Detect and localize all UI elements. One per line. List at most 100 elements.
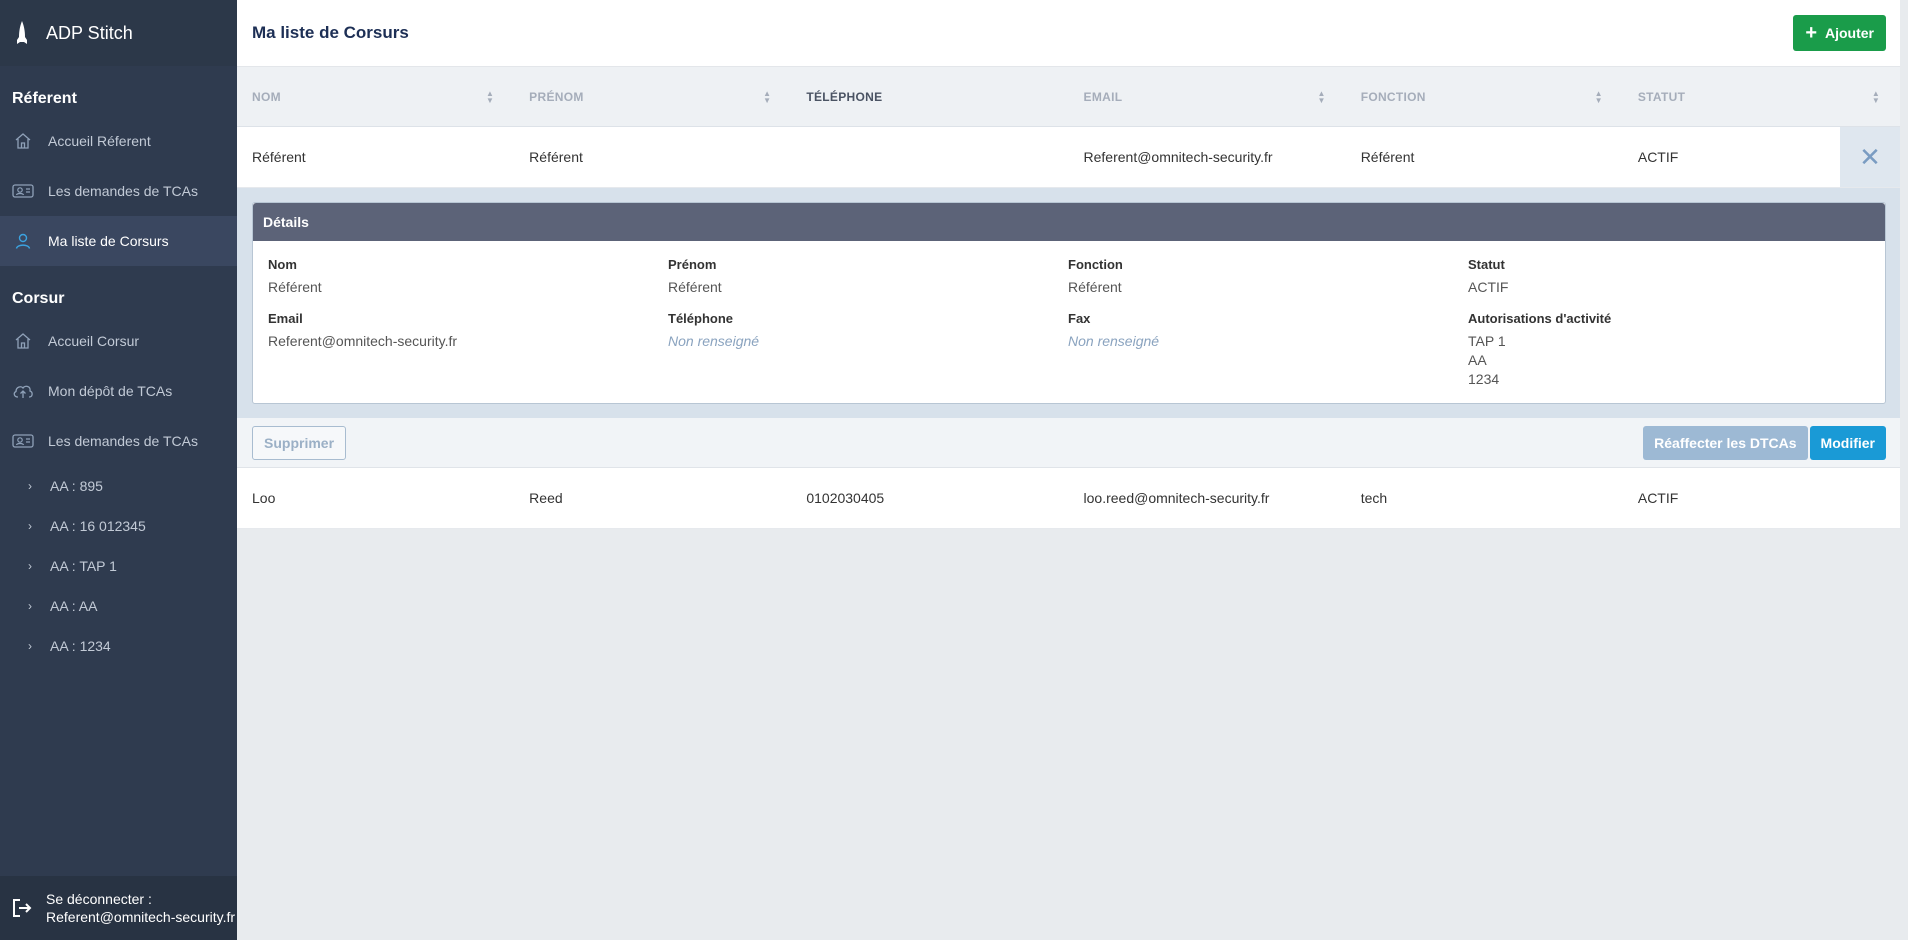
field-fonction: Fonction Référent	[1068, 257, 1468, 297]
sidebar-item-accueil-corsur[interactable]: Accueil Corsur	[0, 316, 237, 366]
field-label: Téléphone	[668, 311, 734, 326]
sidebar-subitem-aa-1234[interactable]: › AA : 1234	[0, 626, 237, 666]
page-title: Ma liste de Corsurs	[252, 23, 409, 42]
chevron-right-icon: ›	[28, 599, 32, 613]
field-value: Non renseigné	[668, 333, 760, 349]
field-value: Non renseigné	[1068, 333, 1160, 349]
column-header-prenom[interactable]: PRÉNOM ▲ ▼	[514, 67, 791, 126]
logout-text: Se déconnecter : Referent@omnitech-secur…	[46, 890, 235, 926]
field-value: Référent	[668, 279, 722, 295]
field-label: Prénom	[668, 257, 717, 272]
action-buttons: Réaffecter les DTCAs Modifier	[1643, 425, 1886, 460]
logout-button[interactable]: Se déconnecter : Referent@omnitech-secur…	[0, 876, 237, 940]
table-row[interactable]: Loo Reed 0102030405 loo.reed@omnitech-se…	[237, 468, 1900, 529]
home-icon	[12, 130, 34, 152]
sidebar-subitem-label: AA : 895	[50, 478, 103, 494]
column-header-statut[interactable]: STATUT ▲ ▼	[1623, 67, 1900, 126]
field-nom: Nom Référent	[268, 257, 668, 297]
id-card-icon	[12, 430, 34, 452]
field-fax: Fax Non renseigné	[1068, 311, 1468, 389]
details-body: Nom Référent Prénom Référent Fonction Ré…	[253, 241, 1885, 403]
sidebar-item-corsur-demandes-tcas[interactable]: Les demandes de TCAs	[0, 416, 237, 466]
field-prenom: Prénom Référent	[668, 257, 1068, 297]
column-header-nom[interactable]: NOM ▲ ▼	[237, 67, 514, 126]
sidebar-subitem-aa-16012345[interactable]: › AA : 16 012345	[0, 506, 237, 546]
sidebar-item-label: Accueil Corsur	[48, 333, 140, 349]
cell-statut: ACTIF	[1637, 490, 1679, 506]
sidebar-subitem-label: AA : AA	[50, 598, 98, 614]
delete-button[interactable]: Supprimer	[252, 425, 347, 460]
sidebar-item-ma-liste-corsurs[interactable]: Ma liste de Corsurs	[0, 216, 237, 266]
column-header-email[interactable]: EMAIL ▲ ▼	[1069, 67, 1346, 126]
close-icon[interactable]: ✕	[1840, 127, 1900, 187]
field-label: Fax	[1068, 311, 1091, 326]
sidebar-item-label: Accueil Réferent	[48, 133, 151, 149]
section-title-corsur: Corsur	[12, 290, 65, 307]
sidebar-subitem-aa-tap1[interactable]: › AA : TAP 1	[0, 546, 237, 586]
field-value: Référent	[268, 279, 322, 295]
sidebar-item-accueil-referent[interactable]: Accueil Réferent	[0, 116, 237, 166]
plus-icon: +	[1805, 22, 1817, 44]
page-header: Ma liste de Corsurs + Ajouter	[237, 0, 1900, 67]
sort-icon: ▲ ▼	[485, 88, 495, 105]
sidebar-item-mon-depot-tcas[interactable]: Mon dépôt de TCAs	[0, 366, 237, 416]
autorisation-item: TAP 1	[1468, 333, 1506, 349]
sidebar-item-label: Les demandes de TCAs	[48, 183, 198, 199]
sort-icon: ▲ ▼	[1594, 88, 1603, 105]
sidebar-item-label: Ma liste de Corsurs	[48, 233, 169, 249]
field-email: Email Referent@omnitech-security.fr	[268, 311, 668, 389]
section-title-referent: Réferent	[12, 90, 77, 107]
cell-email: Referent@omnitech-security.fr	[1083, 149, 1273, 165]
app-name: ADP Stitch	[46, 22, 133, 43]
table-row[interactable]: Référent Référent Referent@omnitech-secu…	[237, 127, 1900, 188]
sidebar-item-label: Les demandes de TCAs	[48, 433, 198, 449]
field-value: Referent@omnitech-security.fr	[268, 333, 458, 349]
autorisation-item: AA	[1468, 352, 1487, 368]
column-label: PRÉNOM	[529, 89, 584, 104]
add-button[interactable]: + Ajouter	[1793, 15, 1886, 51]
field-value: Référent	[1068, 279, 1122, 295]
details-panel: Détails Nom Référent Prénom Référent Fon…	[252, 202, 1886, 404]
sidebar-subitem-label: AA : TAP 1	[50, 558, 117, 574]
row-actions-bar: Supprimer Réaffecter les DTCAs Modifier	[237, 418, 1900, 468]
sidebar-subitem-aa-895[interactable]: › AA : 895	[0, 466, 237, 506]
sidebar: ADP Stitch Réferent Accueil Réferent Les…	[0, 0, 237, 940]
sidebar-subitem-label: AA : 16 012345	[50, 518, 146, 534]
cell-nom: Loo	[252, 490, 276, 506]
chevron-right-icon: ›	[28, 639, 32, 653]
table-header: NOM ▲ ▼ PRÉNOM ▲ ▼ TÉLÉPHONE EMAIL ▲ ▼ FONC…	[237, 67, 1900, 127]
cell-email: loo.reed@omnitech-security.fr	[1083, 490, 1270, 506]
reaffect-dtcas-button[interactable]: Réaffecter les DTCAs	[1643, 425, 1808, 460]
sort-icon: ▲ ▼	[1317, 88, 1326, 105]
details-title: Détails	[253, 203, 1885, 241]
field-label: Fonction	[1068, 257, 1123, 272]
sidebar-item-label: Mon dépôt de TCAs	[48, 383, 173, 399]
sidebar-subitem-label: AA : 1234	[50, 638, 111, 654]
main-content: Ma liste de Corsurs + Ajouter NOM ▲ ▼ PRÉ…	[237, 0, 1900, 940]
field-label: Statut	[1468, 257, 1505, 272]
cell-telephone: 0102030405	[806, 490, 885, 506]
brand[interactable]: ADP Stitch	[0, 0, 237, 66]
cell-nom: Référent	[252, 149, 306, 165]
autorisation-item: 1234	[1468, 371, 1500, 387]
chevron-right-icon: ›	[28, 519, 32, 533]
field-value: ACTIF	[1468, 279, 1509, 295]
column-label: FONCTION	[1360, 89, 1426, 104]
chevron-right-icon: ›	[28, 479, 32, 493]
cell-fonction: Référent	[1360, 149, 1415, 165]
modify-button[interactable]: Modifier	[1809, 425, 1886, 460]
field-label: Email	[268, 311, 303, 326]
field-statut: Statut ACTIF	[1468, 257, 1868, 297]
home-icon	[12, 330, 34, 352]
sidebar-item-demandes-tcas[interactable]: Les demandes de TCAs	[0, 166, 237, 216]
column-header-fonction[interactable]: FONCTION ▲ ▼	[1346, 67, 1623, 126]
column-label: EMAIL	[1083, 89, 1123, 104]
cell-fonction: tech	[1360, 490, 1388, 506]
sort-icon: ▲ ▼	[763, 88, 772, 105]
sidebar-subitem-aa-aa[interactable]: › AA : AA	[0, 586, 237, 626]
column-header-telephone[interactable]: TÉLÉPHONE	[791, 67, 1068, 126]
logout-email: Referent@omnitech-security.fr	[46, 909, 236, 925]
cell-prenom: Reed	[529, 490, 563, 506]
row-details-expanded: Détails Nom Référent Prénom Référent Fon…	[237, 188, 1900, 418]
column-label: NOM	[252, 89, 281, 104]
